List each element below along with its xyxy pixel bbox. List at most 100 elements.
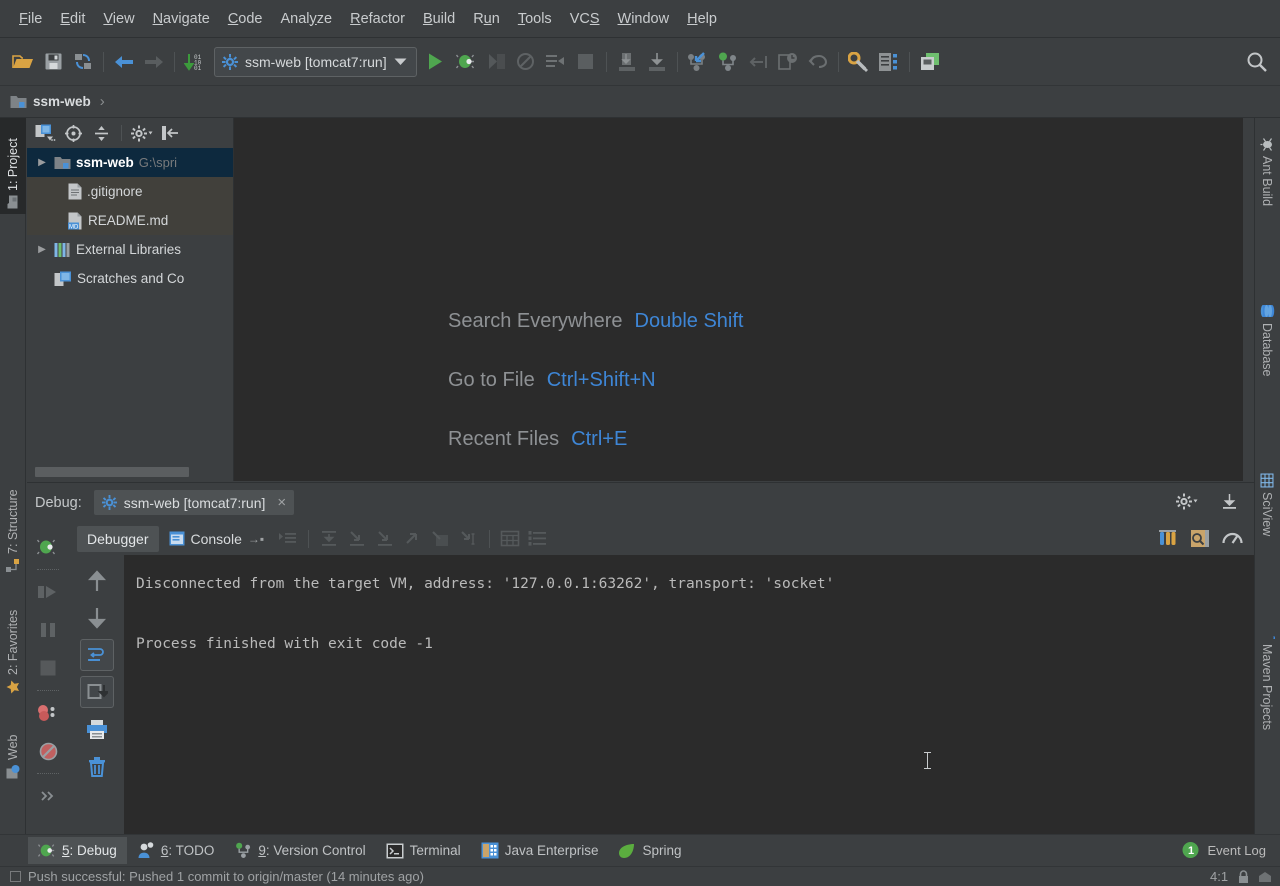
- show-execution-point-icon[interactable]: [274, 526, 302, 552]
- commit-icon[interactable]: [642, 47, 672, 77]
- navigate-back-icon[interactable]: [109, 47, 139, 77]
- scroll-to-end-icon[interactable]: [79, 676, 114, 708]
- inspect-icon[interactable]: [1186, 525, 1214, 551]
- menu-item-window[interactable]: Window: [609, 7, 679, 31]
- bottom-tab-spring[interactable]: Spring: [608, 838, 691, 864]
- menu-item-tools[interactable]: Tools: [509, 7, 561, 31]
- evaluate-expression-icon[interactable]: [496, 526, 524, 552]
- sidebar-item-maven-projects[interactable]: m Maven Projects: [1254, 618, 1280, 766]
- menu-item-build[interactable]: Build: [414, 7, 464, 31]
- debug-icon[interactable]: [451, 47, 481, 77]
- print-icon[interactable]: [80, 713, 114, 745]
- tree-row-scratches[interactable]: Scratches and Co: [27, 264, 233, 293]
- breadcrumb-item-project[interactable]: ssm-web: [33, 94, 91, 109]
- run-to-cursor-icon[interactable]: [455, 526, 483, 552]
- menu-item-edit[interactable]: Edit: [51, 7, 94, 31]
- tree-row-ssm-web[interactable]: ▶ ssm-web G:\spri: [27, 148, 233, 177]
- more-icon[interactable]: [31, 777, 65, 815]
- bottom-tab-java-enterprise[interactable]: Java Enterprise: [471, 837, 609, 864]
- vcs-push-icon[interactable]: [743, 47, 773, 77]
- settings-wrench-icon[interactable]: [844, 47, 874, 77]
- update-project-icon[interactable]: [612, 47, 642, 77]
- menu-item-run[interactable]: Run: [464, 7, 509, 31]
- gauge-icon[interactable]: [1218, 525, 1246, 551]
- bottom-tab-terminal[interactable]: Terminal: [376, 838, 471, 864]
- stop-icon[interactable]: [571, 47, 601, 77]
- hide-panel-icon[interactable]: [157, 121, 182, 145]
- save-all-icon[interactable]: [38, 47, 68, 77]
- chevron-down-icon[interactable]: [394, 57, 407, 66]
- menu-item-vcs[interactable]: VCS: [561, 7, 609, 31]
- menu-item-refactor[interactable]: Refactor: [341, 7, 414, 31]
- show-history-icon[interactable]: [773, 47, 803, 77]
- sidebar-item-project[interactable]: 1: Project: [0, 118, 26, 214]
- sidebar-item-database[interactable]: Database: [1254, 298, 1280, 396]
- virtual-machine-icon[interactable]: [915, 47, 945, 77]
- profile-icon[interactable]: [511, 47, 541, 77]
- menu-item-file[interactable]: File: [10, 7, 51, 31]
- step-into-icon[interactable]: [343, 526, 371, 552]
- menu-item-navigate[interactable]: Navigate: [144, 7, 219, 31]
- navigate-forward-icon[interactable]: [139, 47, 169, 77]
- open-folder-icon[interactable]: [8, 47, 38, 77]
- clear-all-icon[interactable]: [80, 750, 114, 782]
- scroll-down-icon[interactable]: [80, 602, 114, 634]
- menu-item-analyze[interactable]: Analyze: [272, 7, 342, 31]
- menu-item-help[interactable]: Help: [678, 7, 726, 31]
- export-to-file-icon[interactable]: [1221, 493, 1238, 510]
- expand-arrow-icon[interactable]: ▶: [35, 244, 49, 255]
- select-opened-file-icon[interactable]: [33, 121, 58, 145]
- mute-breakpoints-icon[interactable]: [31, 732, 65, 770]
- stop-program-icon[interactable]: [31, 649, 65, 687]
- status-message[interactable]: Push successful: Pushed 1 commit to orig…: [28, 869, 424, 884]
- run-icon[interactable]: [421, 47, 451, 77]
- debug-session-tab[interactable]: ssm-web [tomcat7:run] ×: [93, 490, 295, 515]
- status-checkbox-icon[interactable]: [10, 871, 21, 882]
- memory-indicator-icon[interactable]: [1258, 870, 1272, 883]
- locate-icon[interactable]: [61, 121, 86, 145]
- menu-item-code[interactable]: Code: [219, 7, 272, 31]
- sidebar-item-structure[interactable]: 7: Structure: [0, 468, 26, 578]
- settings-lines-icon[interactable]: [524, 526, 552, 552]
- sidebar-item-favorites[interactable]: 2: Favorites: [0, 586, 26, 700]
- attach-icon[interactable]: [541, 47, 571, 77]
- console-output[interactable]: Disconnected from the target VM, address…: [124, 555, 1254, 834]
- synchronize-icon[interactable]: [68, 47, 98, 77]
- lock-icon[interactable]: [1237, 869, 1250, 884]
- project-tree-horizontal-scrollbar[interactable]: [35, 467, 189, 477]
- step-over-icon[interactable]: [315, 526, 343, 552]
- close-icon[interactable]: ×: [277, 494, 286, 511]
- step-out-icon[interactable]: [399, 526, 427, 552]
- rerun-debug-icon[interactable]: [31, 528, 65, 566]
- tree-row-readme[interactable]: MD README.md: [27, 206, 233, 235]
- tree-row-gitignore[interactable]: .gitignore: [27, 177, 233, 206]
- vcs-branch-icon[interactable]: [713, 47, 743, 77]
- bottom-tab-todo[interactable]: 6: TODO: [127, 837, 225, 864]
- tab-console[interactable]: Console →▪: [159, 526, 275, 552]
- resume-program-icon[interactable]: [31, 573, 65, 611]
- force-step-into-icon[interactable]: [371, 526, 399, 552]
- breadcrumb[interactable]: ssm-web: [10, 94, 91, 109]
- pin-tab-icon[interactable]: →▪: [248, 532, 264, 546]
- sidebar-item-web[interactable]: Web: [0, 714, 26, 784]
- view-breakpoints-icon[interactable]: [31, 694, 65, 732]
- expand-arrow-icon[interactable]: ▶: [35, 157, 49, 168]
- scroll-up-icon[interactable]: [80, 565, 114, 597]
- threads-icon[interactable]: [1154, 525, 1182, 551]
- menu-item-view[interactable]: View: [94, 7, 143, 31]
- tree-row-external-libraries[interactable]: ▶ External Libraries: [27, 235, 233, 264]
- sidebar-item-sciview[interactable]: SciView: [1254, 468, 1280, 560]
- settings-gear-icon[interactable]: [1176, 493, 1198, 510]
- collapse-all-icon[interactable]: [89, 121, 114, 145]
- caret-position[interactable]: 4:1: [1210, 869, 1228, 884]
- drop-frame-icon[interactable]: [427, 526, 455, 552]
- search-icon[interactable]: [1242, 47, 1272, 77]
- soft-wrap-icon[interactable]: [79, 639, 114, 671]
- run-with-coverage-icon[interactable]: [481, 47, 511, 77]
- sidebar-item-ant-build[interactable]: Ant Build: [1254, 132, 1280, 227]
- project-structure-icon[interactable]: [874, 47, 904, 77]
- run-configuration-selector[interactable]: ssm-web [tomcat7:run]: [214, 46, 417, 77]
- event-log-button[interactable]: 1 Event Log: [1181, 841, 1266, 860]
- vcs-pull-icon[interactable]: [683, 47, 713, 77]
- bottom-tab-version-control[interactable]: 9: Version Control: [224, 837, 375, 864]
